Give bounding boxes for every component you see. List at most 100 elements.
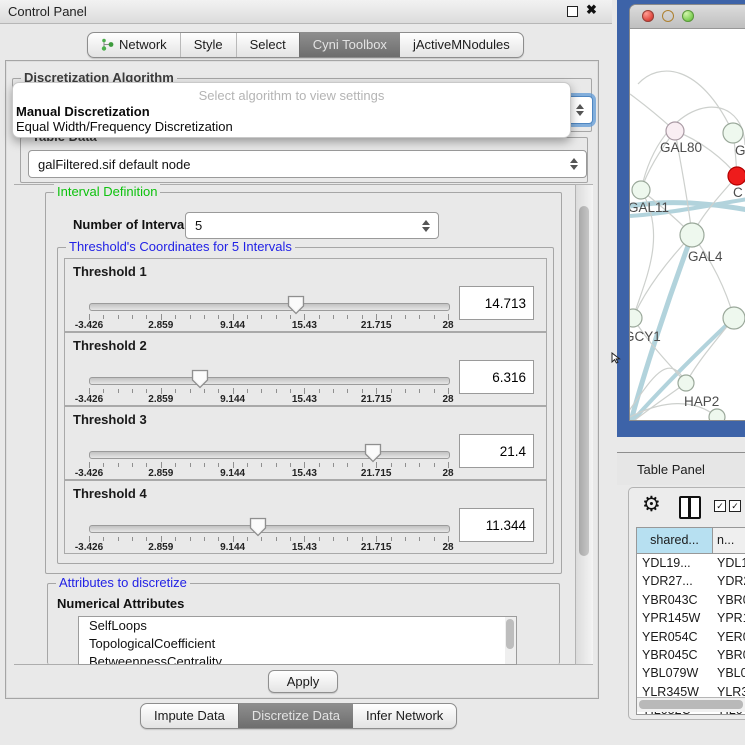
vertical-scrollbar[interactable] <box>575 184 593 665</box>
attribute-item-betweennesscentrality[interactable]: BetweennessCentrality <box>79 653 516 665</box>
scrollbar-thumb[interactable] <box>506 619 514 649</box>
network-node-c[interactable] <box>728 167 745 185</box>
tick-mark <box>434 463 435 467</box>
cell-name[interactable]: YBR0 <box>713 591 745 609</box>
split-columns-icon[interactable] <box>679 496 701 519</box>
threshold-value-field[interactable]: 11.344 <box>459 508 534 542</box>
horizontal-scrollbar[interactable] <box>637 697 745 712</box>
tick-label: -3.426 <box>64 320 114 331</box>
gear-icon[interactable]: ⚙ <box>642 494 661 515</box>
threshold-label: Threshold 1 <box>73 264 147 279</box>
network-node-hap2[interactable] <box>678 375 694 391</box>
tab-cyni-toolbox[interactable]: Cyni Toolbox <box>299 33 400 57</box>
cell-shared-name[interactable]: YDR27... <box>637 572 713 590</box>
float-window-icon[interactable] <box>567 6 578 17</box>
cell-name[interactable]: YBR0 <box>713 646 745 664</box>
number-of-intervals-combobox[interactable]: 5 <box>185 212 439 239</box>
table-row[interactable]: YPR145WYPR1 <box>637 609 745 627</box>
network-canvas[interactable]: GAL80GACGAL11GAL4GCY1HHAP2 <box>630 29 745 420</box>
tick-mark <box>204 315 205 319</box>
tick-label: 28 <box>423 468 473 479</box>
mouse-cursor <box>610 352 622 364</box>
cell-name[interactable]: YDR2 <box>713 572 745 590</box>
close-icon[interactable]: ✖ <box>586 2 597 18</box>
table-row[interactable]: YBR043CYBR0 <box>637 591 745 609</box>
attribute-item-selfloops[interactable]: SelfLoops <box>79 617 516 635</box>
network-node-ga[interactable] <box>723 123 743 143</box>
cell-shared-name[interactable]: YBR045C <box>637 646 713 664</box>
threshold-value-field[interactable]: 14.713 <box>459 286 534 320</box>
table-row[interactable]: YDR27...YDR2 <box>637 572 745 590</box>
cell-shared-name[interactable]: YBL079W <box>637 664 713 682</box>
attribute-item-topologicalcoefficient[interactable]: TopologicalCoefficient <box>79 635 516 653</box>
network-node-gal80[interactable] <box>666 122 684 140</box>
cell-name[interactable]: YER0 <box>713 628 745 646</box>
popup-item-equal-width-frequency-discretization[interactable]: Equal Width/Frequency Discretization <box>16 119 233 134</box>
tick-mark <box>146 537 147 541</box>
numerical-attributes-list[interactable]: SelfLoopsTopologicalCoefficientBetweenne… <box>78 616 517 665</box>
tick-mark <box>362 389 363 393</box>
table-panel-titlebar: Table Panel <box>617 452 745 485</box>
tick-mark <box>247 389 248 393</box>
minimize-traffic-light-icon[interactable] <box>662 10 674 22</box>
threshold-label: Threshold 2 <box>73 338 147 353</box>
threshold-slider-thumb[interactable] <box>191 369 209 389</box>
tick-mark <box>218 389 219 393</box>
tab-discretize-data[interactable]: Discretize Data <box>238 704 353 728</box>
column-header-name[interactable]: n... <box>713 528 745 553</box>
tick-mark <box>405 463 406 467</box>
threshold-slider-track[interactable] <box>89 377 450 385</box>
tab-select[interactable]: Select <box>236 33 299 57</box>
scrollbar-thumb[interactable] <box>639 700 743 709</box>
network-node[interactable] <box>709 409 725 420</box>
threshold-slider-track[interactable] <box>89 525 450 533</box>
tab-infer-network[interactable]: Infer Network <box>353 704 456 728</box>
cell-shared-name[interactable]: YER054C <box>637 628 713 646</box>
threshold-slider-thumb[interactable] <box>249 517 267 537</box>
table-data-combobox[interactable]: galFiltered.sif default node <box>28 150 587 178</box>
tab-impute-data[interactable]: Impute Data <box>141 704 238 728</box>
cell-name[interactable]: YBL0 <box>713 664 745 682</box>
threshold-slider-track[interactable] <box>89 303 450 311</box>
tick-mark <box>333 537 334 541</box>
table-header-row: shared... n... <box>637 528 745 554</box>
table-data-value: galFiltered.sif default node <box>38 157 190 172</box>
table-row[interactable]: YBR045CYBR0 <box>637 646 745 664</box>
network-window[interactable]: GAL80GACGAL11GAL4GCY1HHAP2 <box>630 5 745 420</box>
table-row[interactable]: YER054CYER0 <box>637 628 745 646</box>
zoom-traffic-light-icon[interactable] <box>682 10 694 22</box>
network-window-titlebar[interactable] <box>630 5 745 29</box>
threshold-value-field[interactable]: 6.316 <box>459 360 534 394</box>
network-node-gal11[interactable] <box>632 181 650 199</box>
network-node-gcy1[interactable] <box>630 309 642 327</box>
close-traffic-light-icon[interactable] <box>642 10 654 22</box>
cell-shared-name[interactable]: YPR145W <box>637 609 713 627</box>
tab-style[interactable]: Style <box>180 33 236 57</box>
tab-network[interactable]: Network <box>88 33 180 57</box>
cell-name[interactable]: YPR1 <box>713 609 745 627</box>
popup-placeholder-item[interactable]: Select algorithm to view settings <box>13 88 570 103</box>
threshold-slider-thumb[interactable] <box>287 295 305 315</box>
tick-mark <box>190 463 191 467</box>
checkbox-checked-icon[interactable]: ✓ <box>714 500 726 512</box>
tab-jactivemnodules[interactable]: jActiveMNodules <box>400 33 523 57</box>
network-node-h[interactable] <box>723 307 745 329</box>
tick-mark <box>276 389 277 393</box>
scrollbar-thumb[interactable] <box>579 206 589 556</box>
tick-mark <box>190 537 191 541</box>
cell-name[interactable]: YDL1 <box>713 554 745 572</box>
network-node-gal4[interactable] <box>680 223 704 247</box>
cell-shared-name[interactable]: YBR043C <box>637 591 713 609</box>
threshold-slider-track[interactable] <box>89 451 450 459</box>
threshold-slider-thumb[interactable] <box>364 443 382 463</box>
popup-item-manual-discretization[interactable]: Manual Discretization <box>16 104 150 119</box>
apply-button[interactable]: Apply <box>268 670 338 693</box>
tick-mark <box>204 537 205 541</box>
checkbox-checked-icon[interactable]: ✓ <box>729 500 741 512</box>
attributes-scrollbar[interactable] <box>505 616 517 665</box>
table-row[interactable]: YBL079WYBL0 <box>637 664 745 682</box>
threshold-value-field[interactable]: 21.4 <box>459 434 534 468</box>
table-row[interactable]: YDL19...YDL1 <box>637 554 745 572</box>
cell-shared-name[interactable]: YDL19... <box>637 554 713 572</box>
column-header-shared-name[interactable]: shared... <box>637 528 713 553</box>
